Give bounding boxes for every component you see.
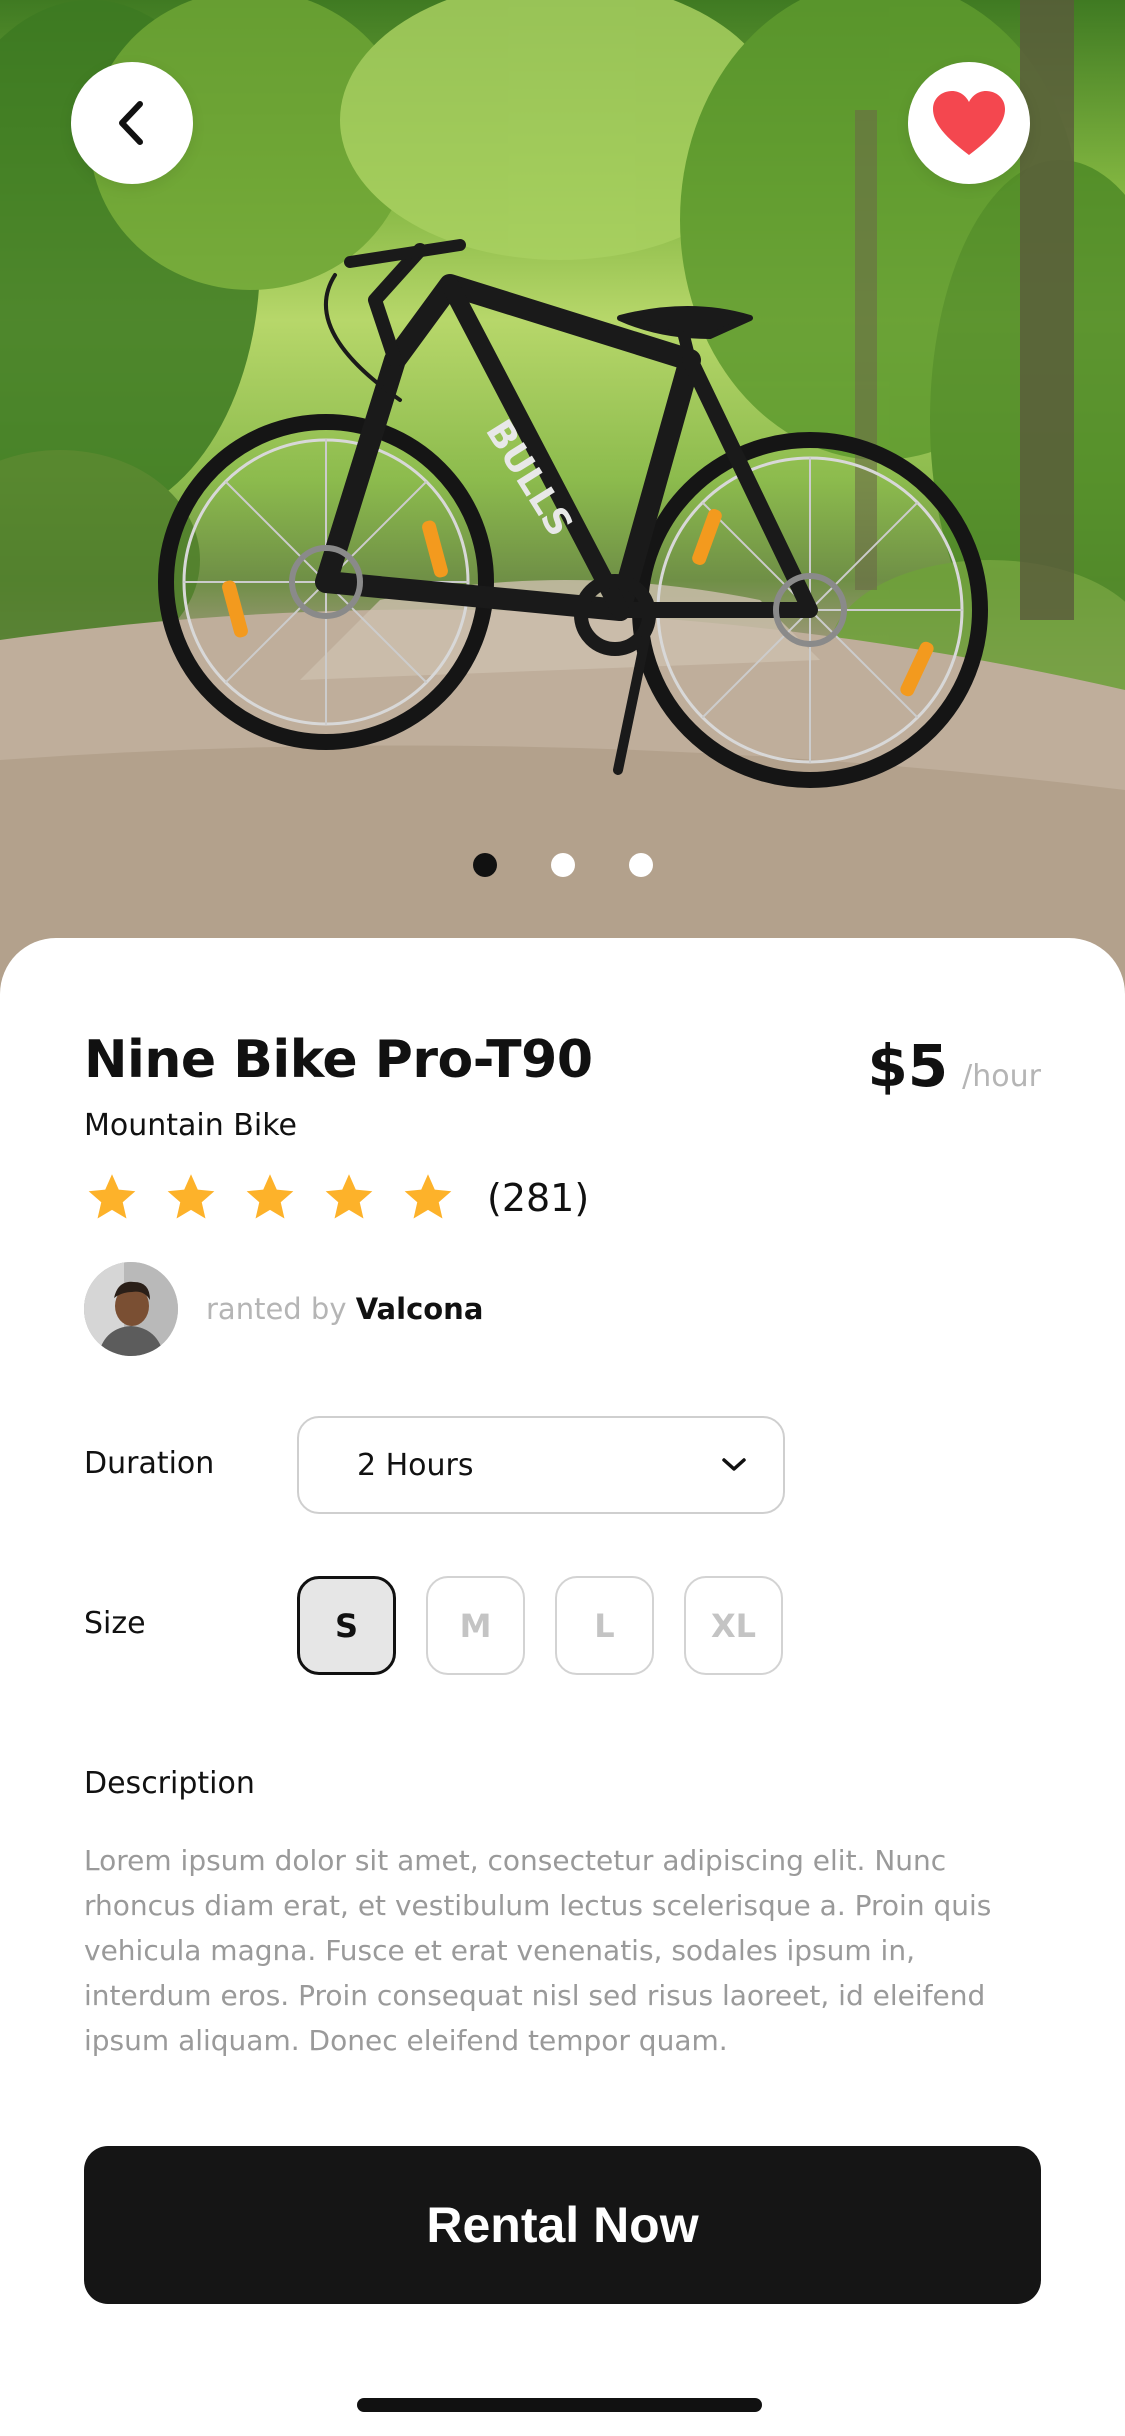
star-icon: [325, 1174, 373, 1219]
favorite-button[interactable]: [908, 62, 1030, 184]
home-indicator[interactable]: [357, 2398, 762, 2412]
size-option-l[interactable]: L: [555, 1576, 654, 1675]
avatar[interactable]: [84, 1262, 178, 1356]
owner-info[interactable]: ranted by Valcona: [84, 1262, 483, 1356]
chevron-down-icon: [722, 1458, 746, 1471]
rental-now-button[interactable]: Rental Now: [84, 2146, 1041, 2304]
product-image-carousel[interactable]: BULLS: [0, 0, 1125, 1000]
size-selector: S M L XL: [297, 1576, 783, 1675]
price-unit: /hour: [962, 1059, 1041, 1094]
carousel-dot[interactable]: [550, 853, 575, 877]
back-button[interactable]: [71, 62, 193, 184]
product-name: Nine Bike Pro-T90: [84, 1030, 593, 1090]
carousel-dot[interactable]: [628, 853, 653, 877]
chevron-left-icon: [119, 101, 143, 145]
product-category: Mountain Bike: [84, 1108, 297, 1143]
star-icon: [404, 1174, 452, 1219]
owner-label: ranted by Valcona: [206, 1292, 483, 1326]
duration-label: Duration: [84, 1446, 215, 1481]
star-icon: [246, 1174, 294, 1219]
rating-count: (281): [487, 1176, 590, 1220]
size-option-xl[interactable]: XL: [684, 1576, 783, 1675]
heart-icon: [933, 91, 1005, 155]
duration-selected: 2 Hours: [357, 1447, 474, 1483]
rating: (281): [84, 1170, 589, 1226]
description-body: Lorem ipsum dolor sit amet, consectetur …: [84, 1844, 992, 2057]
price-amount: $5: [867, 1032, 949, 1100]
star-icon: [167, 1174, 215, 1219]
size-option-s[interactable]: S: [297, 1576, 396, 1675]
owner-name[interactable]: Valcona: [356, 1292, 484, 1326]
carousel-indicator: [0, 853, 1125, 877]
avatar-photo: [84, 1262, 178, 1356]
size-option-m[interactable]: M: [426, 1576, 525, 1675]
duration-dropdown[interactable]: 2 Hours: [297, 1416, 785, 1514]
star-icon: [88, 1174, 136, 1219]
owner-prefix: ranted by: [206, 1292, 347, 1326]
size-label: Size: [84, 1606, 146, 1641]
description-title: Description: [84, 1766, 255, 1801]
price: $5 /hour: [867, 1032, 1041, 1100]
carousel-dot[interactable]: [472, 853, 497, 877]
